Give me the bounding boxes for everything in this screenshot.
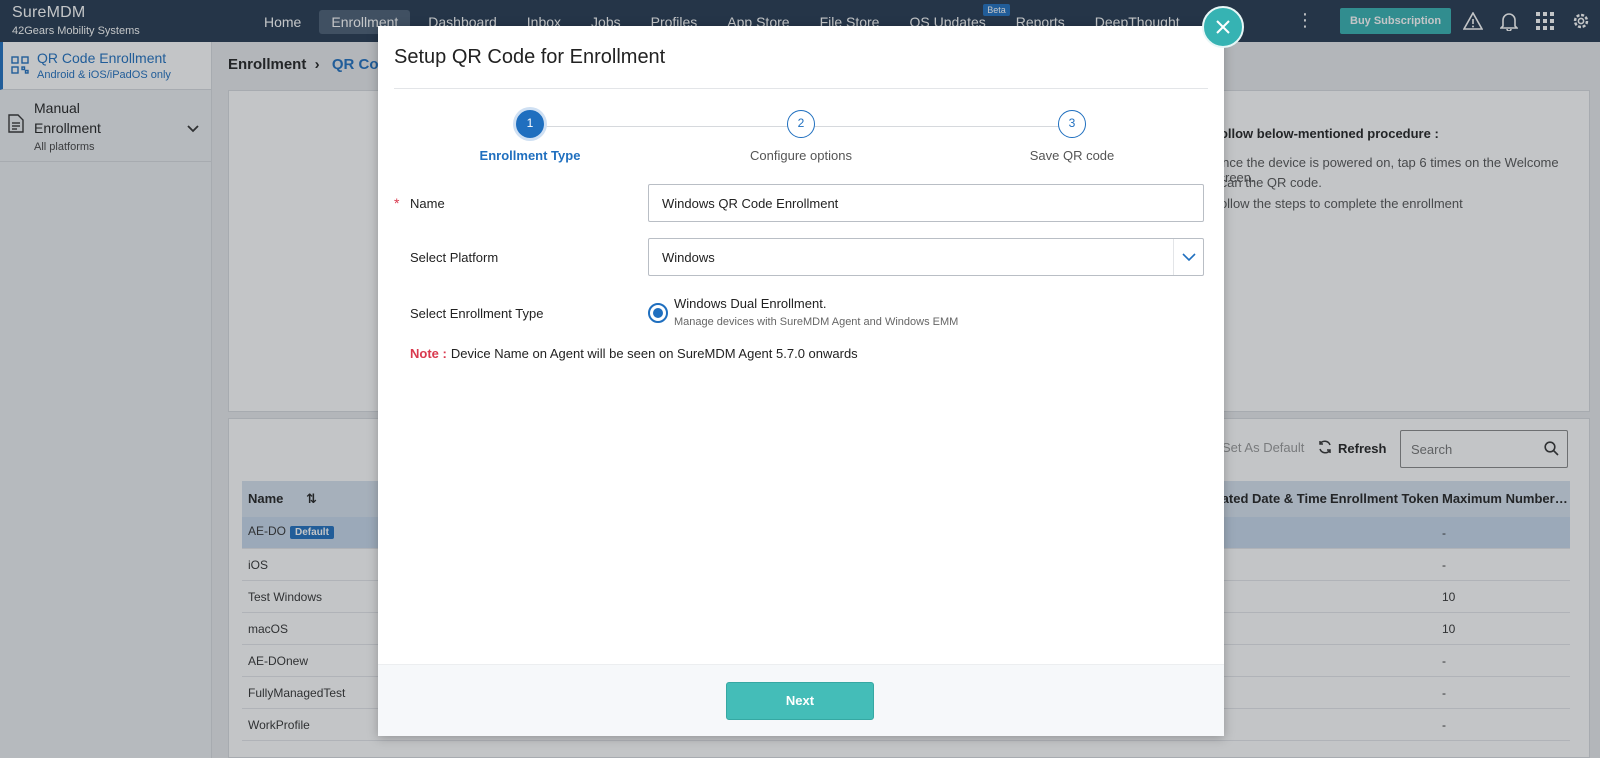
platform-label: Select Platform [410, 250, 499, 265]
step-label: Enrollment Type [479, 148, 581, 163]
windows-dual-radio[interactable] [648, 303, 668, 323]
modal-title: Setup QR Code for Enrollment [394, 46, 666, 68]
enrollment-type-row: Select Enrollment Type Windows Dual Enro… [394, 294, 1208, 344]
step-label: Save QR code [1029, 148, 1115, 163]
radio-option-description: Manage devices with SureMDM Agent and Wi… [674, 316, 959, 328]
note-label: Note : [410, 346, 447, 361]
stepper: 1 Enrollment Type 2 Configure options 3 … [378, 110, 1224, 170]
step-enrollment-type[interactable]: 1 Enrollment Type [450, 110, 610, 163]
required-marker: * [394, 195, 400, 211]
close-icon [1216, 20, 1230, 34]
radio-option-title: Windows Dual Enrollment. [674, 296, 827, 311]
step-number: 1 [516, 110, 544, 138]
step-label: Configure options [750, 148, 852, 163]
setup-qr-modal: Setup QR Code for Enrollment 1 Enrollmen… [378, 26, 1224, 736]
modal-footer: Next [378, 664, 1224, 736]
platform-select[interactable]: Windows [648, 238, 1204, 276]
radio-selected-dot [653, 308, 663, 318]
name-label: Name [410, 196, 445, 211]
step-number: 3 [1058, 110, 1086, 138]
step-save-qr-code[interactable]: 3 Save QR code [992, 110, 1152, 163]
name-row: * Name [394, 184, 1208, 224]
step-configure-options[interactable]: 2 Configure options [721, 110, 881, 163]
platform-row: Select Platform Windows [394, 238, 1208, 278]
chevron-down-icon[interactable] [1173, 239, 1203, 275]
enrollment-type-label: Select Enrollment Type [410, 306, 544, 321]
step-number: 2 [787, 110, 815, 138]
platform-value: Windows [662, 250, 715, 265]
close-modal-button[interactable] [1202, 6, 1244, 48]
modal-divider [394, 88, 1208, 89]
name-field[interactable] [648, 184, 1204, 222]
note-text: Device Name on Agent will be seen on Sur… [450, 346, 858, 361]
next-button[interactable]: Next [726, 682, 874, 720]
note: Note : Device Name on Agent will be seen … [410, 346, 858, 361]
